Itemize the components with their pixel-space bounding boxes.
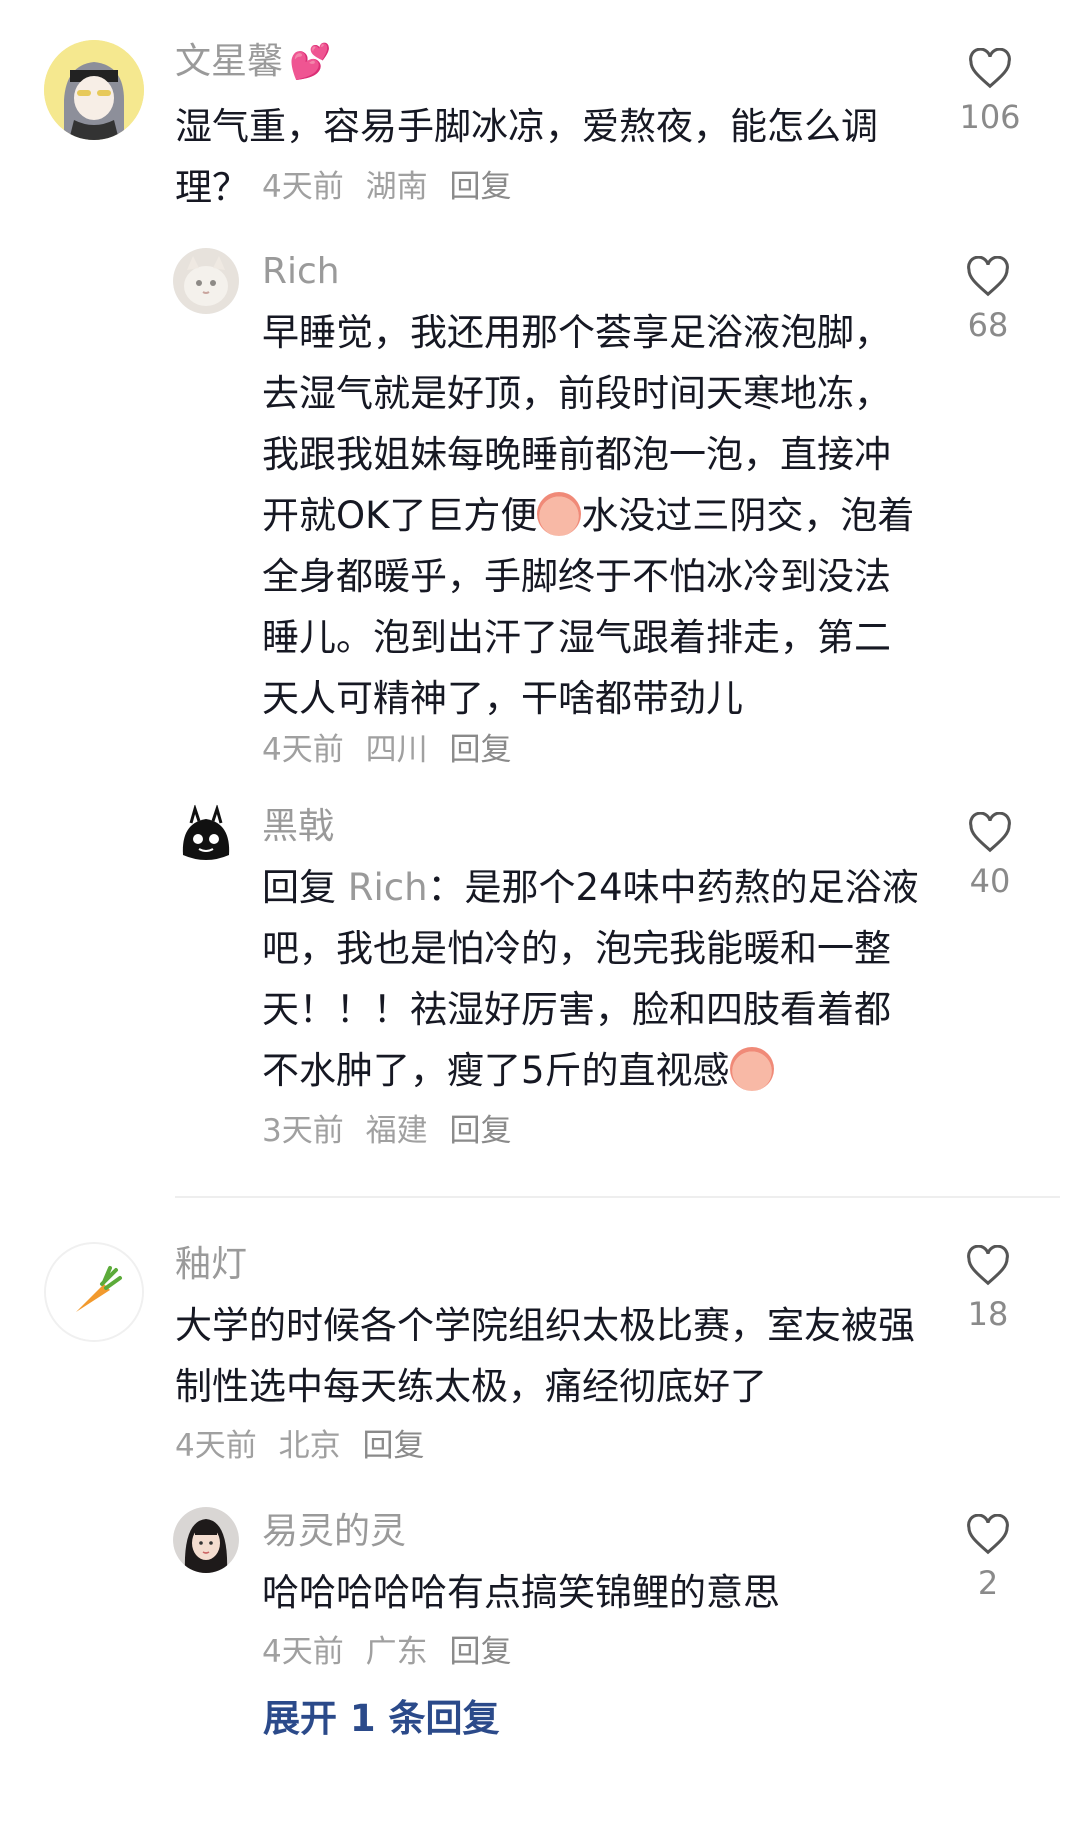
- heart-outline-icon: [969, 812, 1011, 853]
- comment-username[interactable]: 釉灯: [175, 1243, 915, 1287]
- heart-outline-icon: [967, 1245, 1009, 1286]
- comment-meta: 4天前 北京 回复: [175, 1426, 436, 1466]
- like-count: 68: [967, 306, 1009, 344]
- comment-text[interactable]: 大学的时候各个学院组织太极比赛，室友被强制性选中每天练太极，痛经彻底好了: [175, 1295, 915, 1417]
- comment-time: 4天前: [175, 1428, 257, 1464]
- reply-meta: 4天前 四川 回复: [262, 730, 523, 770]
- avatar[interactable]: [173, 248, 239, 314]
- peach-emoji-icon: [729, 1047, 774, 1091]
- reply-meta: 4天前 广东 回复: [262, 1632, 523, 1672]
- reply-button[interactable]: 回复: [449, 169, 511, 205]
- reply-text[interactable]: 早睡觉，我还用那个荟享足浴液泡脚，去湿气就是好顶，前段时间天寒地冻，我跟我姐妹每…: [262, 302, 922, 729]
- like-button[interactable]: 2: [938, 1514, 1038, 1602]
- comment-location: 湖南: [365, 169, 428, 205]
- like-button[interactable]: 18: [938, 1245, 1038, 1333]
- heart-outline-icon: [969, 48, 1011, 89]
- reply-button[interactable]: 回复: [449, 732, 511, 768]
- reply-button[interactable]: 回复: [362, 1428, 424, 1464]
- comment-location: 北京: [278, 1428, 341, 1464]
- reply-username[interactable]: 黑戟: [262, 805, 922, 849]
- heart-emoji-icon: 💕: [289, 42, 332, 82]
- expand-replies-button[interactable]: 展开 1 条回复: [263, 1695, 500, 1743]
- like-button[interactable]: 106: [940, 48, 1040, 136]
- avatar[interactable]: [44, 1242, 144, 1342]
- reply-time: 4天前: [262, 732, 344, 768]
- comment-username[interactable]: 文星馨 💕: [175, 40, 915, 84]
- like-count: 2: [977, 1564, 999, 1602]
- reply-to-username[interactable]: Rich: [348, 866, 428, 909]
- like-button[interactable]: 68: [938, 256, 1038, 344]
- heart-outline-icon: [967, 256, 1009, 297]
- peach-emoji-icon: [537, 492, 582, 536]
- avatar[interactable]: [173, 1507, 239, 1573]
- avatar[interactable]: [173, 803, 239, 869]
- reply-button[interactable]: 回复: [449, 1113, 511, 1149]
- heart-outline-icon: [967, 1514, 1009, 1555]
- like-count: 18: [967, 1295, 1009, 1333]
- divider: [175, 1196, 1060, 1198]
- like-button[interactable]: 40: [940, 812, 1040, 900]
- reply-location: 四川: [365, 732, 428, 768]
- reply-time: 4天前: [262, 1634, 344, 1670]
- comment-meta: 4天前 湖南 回复: [262, 167, 523, 207]
- reply-location: 福建: [365, 1113, 428, 1149]
- reply-location: 广东: [365, 1634, 428, 1670]
- reply-text[interactable]: 哈哈哈哈哈有点搞笑锦鲤的意思: [262, 1562, 922, 1623]
- reply-button[interactable]: 回复: [449, 1634, 511, 1670]
- reply-text[interactable]: 回复 Rich：是那个24味中药熬的足浴液吧，我也是怕冷的，泡完我能暖和一整天！…: [262, 857, 922, 1101]
- reply-username[interactable]: Rich: [262, 250, 922, 294]
- reply-username[interactable]: 易灵的灵: [262, 1510, 922, 1554]
- carrot-icon: [46, 1244, 142, 1340]
- avatar[interactable]: [44, 40, 144, 140]
- comment-time: 4天前: [262, 169, 344, 205]
- like-count: 40: [969, 862, 1011, 900]
- like-count: 106: [959, 98, 1021, 136]
- reply-time: 3天前: [262, 1113, 344, 1149]
- reply-meta: 3天前 福建 回复: [262, 1111, 523, 1151]
